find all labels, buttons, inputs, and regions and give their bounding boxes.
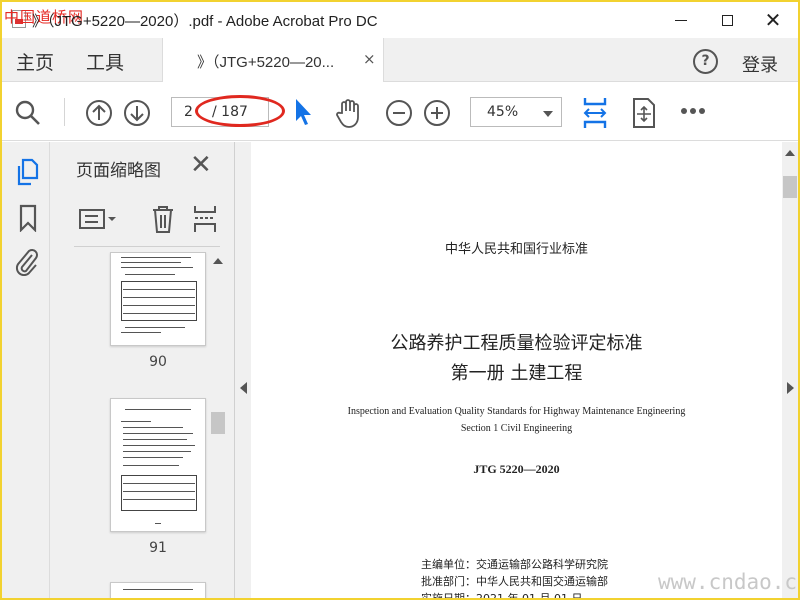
doc-code: JTG 5220—2020 xyxy=(473,462,560,476)
scroll-thumb[interactable] xyxy=(783,176,797,198)
window-title: 》（JTG+5220—2020）.pdf - Adobe Acrobat Pro… xyxy=(32,13,378,30)
chevron-down-icon xyxy=(543,111,553,117)
insert-page-icon[interactable] xyxy=(192,204,218,234)
document-view: 中华人民共和国行业标准 公路养护工程质量检验评定标准 第一册 土建工程 Insp… xyxy=(251,142,782,598)
doc-approver: 批准部门：中华人民共和国交通运输部 xyxy=(421,575,608,588)
maximize-icon xyxy=(721,14,733,26)
document-tab[interactable]: 》（JTG+5220—20... × xyxy=(162,38,384,82)
zoom-select[interactable]: 45% xyxy=(470,97,562,127)
search-icon[interactable] xyxy=(14,99,42,127)
thumbnail-scrollbar[interactable] xyxy=(208,252,228,598)
zoom-out-icon[interactable] xyxy=(385,99,413,127)
thumbnail-options-icon[interactable] xyxy=(78,206,118,232)
title-bar: 中国道桥网 》（JTG+5220—2020）.pdf - Adobe Acrob… xyxy=(2,2,798,38)
panel-splitter[interactable] xyxy=(235,142,251,598)
next-page-icon[interactable] xyxy=(123,99,151,127)
doc-volume: 第一册 土建工程 xyxy=(450,363,583,384)
tab-close-button[interactable]: × xyxy=(363,50,376,68)
collapse-left-icon[interactable] xyxy=(240,382,247,394)
fit-width-icon[interactable] xyxy=(582,96,608,130)
document-scrollbar[interactable] xyxy=(782,142,798,598)
page-thumbnails-icon[interactable] xyxy=(15,158,39,186)
toolbar-separator xyxy=(64,98,65,126)
thumbnail-list: 90 91 xyxy=(50,252,235,598)
fit-page-icon[interactable] xyxy=(630,97,658,129)
menu-tools[interactable]: 工具 xyxy=(86,48,124,75)
doc-english-title: Inspection and Evaluation Quality Standa… xyxy=(347,406,686,417)
delete-page-icon[interactable] xyxy=(150,204,176,234)
minimize-button[interactable] xyxy=(658,2,704,38)
scroll-up-icon[interactable] xyxy=(213,258,223,264)
document-tab-label: 》（JTG+5220—20... xyxy=(197,54,335,71)
maximize-button[interactable] xyxy=(704,2,750,38)
thumbnail-panel: 页面缩略图 ✕ 90 91 xyxy=(50,142,235,598)
tab-row: 主页 工具 》（JTG+5220—20... × ? 登录 xyxy=(2,38,798,82)
page-thumbnail[interactable] xyxy=(110,252,206,346)
login-link[interactable]: 登录 xyxy=(742,51,778,77)
toolbar: 2 / 187 45% xyxy=(2,83,798,141)
page-thumbnail[interactable] xyxy=(110,582,206,598)
expand-right-icon[interactable] xyxy=(787,382,794,394)
thumbnail-label: 90 xyxy=(149,354,167,370)
select-cursor-icon[interactable] xyxy=(292,97,314,127)
help-icon[interactable]: ? xyxy=(693,49,718,74)
doc-english-section: Section 1 Civil Engineering xyxy=(460,423,573,434)
more-options-icon[interactable] xyxy=(680,107,706,115)
previous-page-icon[interactable] xyxy=(85,99,113,127)
close-window-button[interactable]: ✕ xyxy=(750,2,796,38)
zoom-in-icon[interactable] xyxy=(423,99,451,127)
doc-editor: 主编单位：交通运输部公路科学研究院 xyxy=(421,558,608,571)
page-thumbnail[interactable] xyxy=(110,398,206,532)
panel-title: 页面缩略图 xyxy=(76,161,161,181)
bookmark-icon[interactable] xyxy=(18,204,38,232)
navigation-rail xyxy=(2,142,50,598)
doc-effective-date: 实施日期：2021 年 01 月 01 日 xyxy=(421,590,582,598)
minimize-icon xyxy=(675,19,687,21)
zoom-value: 45% xyxy=(487,104,519,120)
attachment-icon[interactable] xyxy=(14,246,40,276)
panel-divider xyxy=(74,246,220,247)
page-current[interactable]: 2 xyxy=(184,104,193,120)
hand-tool-icon[interactable] xyxy=(334,97,364,129)
menu-home[interactable]: 主页 xyxy=(16,48,54,75)
red-annotation-ellipse xyxy=(195,95,285,127)
acrobat-window: 中国道桥网 》（JTG+5220—2020）.pdf - Adobe Acrob… xyxy=(2,2,798,598)
doc-standard-type: 中华人民共和国行业标准 xyxy=(444,242,588,257)
thumbnail-label: 91 xyxy=(149,540,167,556)
scroll-thumb[interactable] xyxy=(211,412,225,434)
doc-title: 公路养护工程质量检验评定标准 xyxy=(390,333,643,354)
site-watermark: www.cndao.com xyxy=(658,570,798,594)
scroll-up-icon[interactable] xyxy=(785,150,795,156)
panel-close-button[interactable]: ✕ xyxy=(190,150,212,180)
